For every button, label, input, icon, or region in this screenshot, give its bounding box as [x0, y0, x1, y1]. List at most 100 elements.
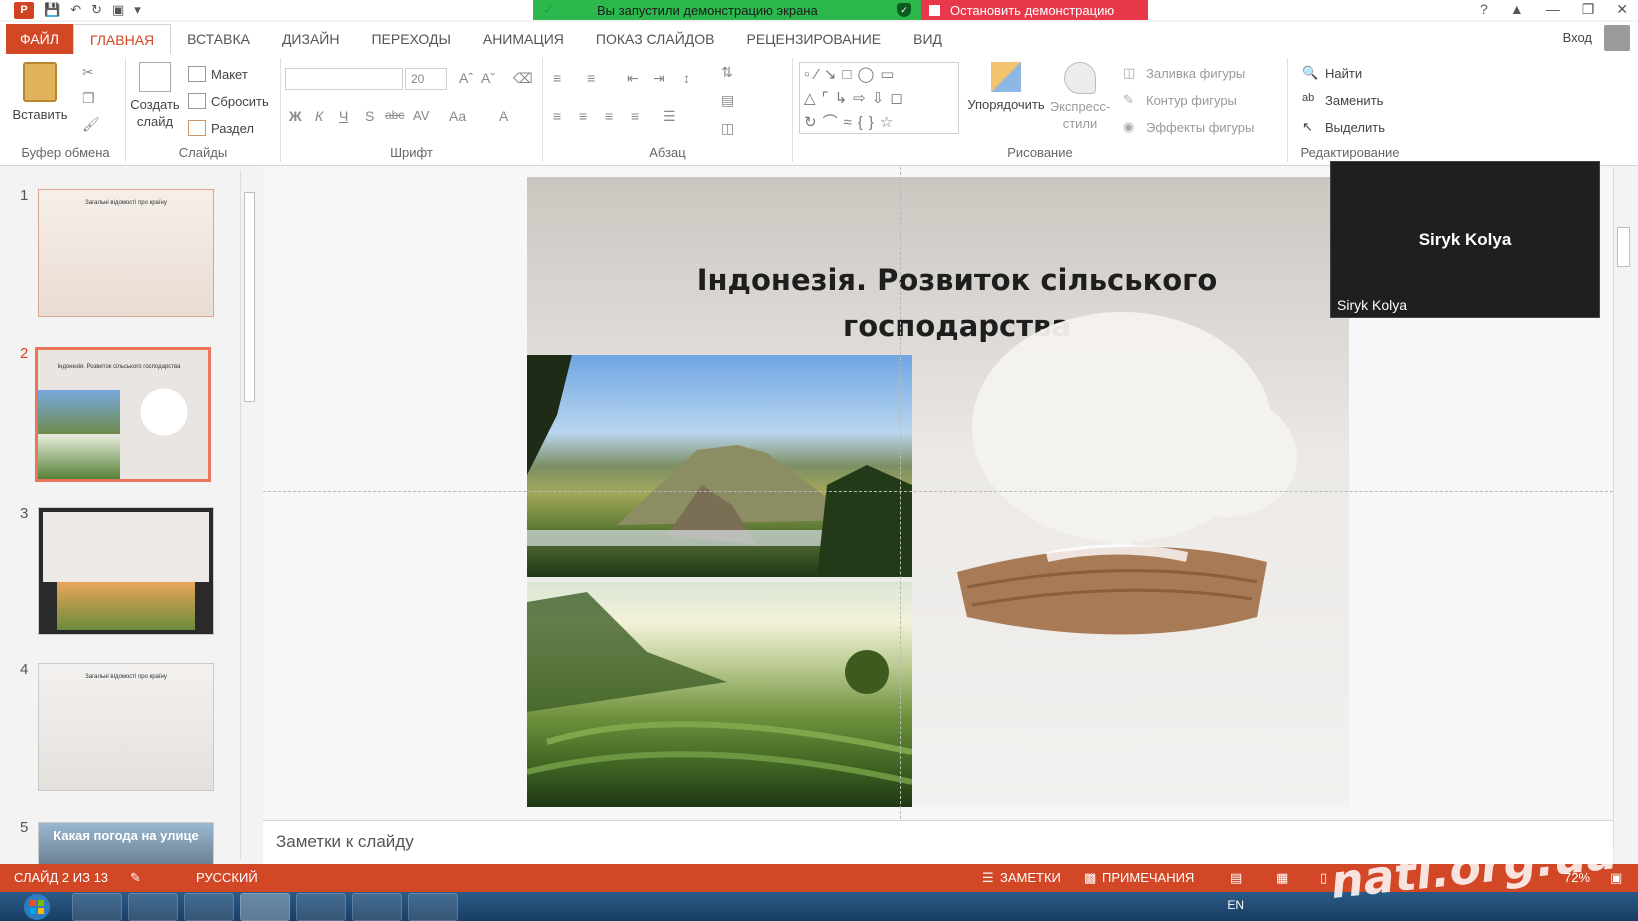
paste-button[interactable]: Вставить	[10, 62, 70, 123]
arrange-button[interactable]: Упорядочить	[961, 62, 1051, 113]
reading-view-icon[interactable]: ▯	[1320, 870, 1327, 886]
start-button[interactable]	[14, 892, 60, 921]
thumbnail-slide-1[interactable]: Загальні відомості про країну	[38, 189, 214, 317]
help-button[interactable]: ?	[1480, 0, 1488, 18]
viber-taskbar-icon[interactable]	[184, 893, 234, 921]
shadow-button[interactable]: S	[365, 108, 374, 124]
thumbnails-scrollbar[interactable]	[240, 170, 257, 860]
input-language[interactable]: EN	[1227, 898, 1244, 912]
explorer-taskbar-icon[interactable]	[72, 893, 122, 921]
clear-format-icon[interactable]: ⌫	[513, 70, 533, 87]
pen-icon[interactable]: ✓	[543, 2, 557, 18]
shape-effects-button[interactable]: ◉ Эффекты фигуры	[1123, 117, 1254, 137]
columns-icon[interactable]: ☰	[663, 108, 676, 125]
increase-indent-icon[interactable]: ⇥	[653, 70, 665, 87]
thumbnails-scroll-thumb[interactable]	[244, 192, 255, 402]
slide-scrollbar[interactable]	[1613, 167, 1633, 862]
shrink-font-icon[interactable]: Aˇ	[481, 70, 495, 86]
start-show-icon[interactable]: ▣	[112, 1, 124, 19]
tab-home[interactable]: ГЛАВНАЯ	[72, 24, 172, 54]
tab-slideshow[interactable]: ПОКАЗ СЛАЙДОВ	[580, 24, 731, 54]
decrease-indent-icon[interactable]: ⇤	[627, 70, 639, 87]
new-slide-button[interactable]: Создать слайд	[130, 62, 180, 130]
align-left-icon[interactable]: ≡	[553, 108, 561, 124]
comments-toggle[interactable]: ПРИМЕЧАНИЯ	[1102, 870, 1194, 885]
notes-toggle[interactable]: ЗАМЕТКИ	[1000, 870, 1061, 885]
volcano-photo[interactable]	[527, 355, 912, 577]
font-size-select[interactable]: 20	[405, 68, 447, 90]
slide-sorter-icon[interactable]: ▦	[1276, 870, 1288, 886]
shape-fill-button[interactable]: ◫ Заливка фигуры	[1123, 63, 1245, 83]
save-icon[interactable]: 💾	[44, 1, 60, 19]
thumbnail-slide-2[interactable]: Індонезія. Розвиток сільського господарс…	[35, 347, 211, 482]
sign-in-link[interactable]: Вход	[1563, 30, 1592, 45]
horizontal-guide[interactable]	[263, 491, 1613, 492]
zoom-taskbar-icon[interactable]	[408, 893, 458, 921]
undo-icon[interactable]: ↶	[70, 1, 81, 19]
section-button[interactable]: Раздел	[188, 118, 254, 138]
find-button[interactable]: 🔍 Найти	[1302, 63, 1362, 83]
normal-view-icon[interactable]: ▤	[1230, 870, 1242, 886]
chrome-taskbar-icon[interactable]	[128, 893, 178, 921]
font-color-button[interactable]: A	[499, 108, 508, 124]
cursor-icon: ↖	[1302, 119, 1313, 134]
thumb-photo	[38, 390, 120, 434]
numbering-icon[interactable]: ≡	[587, 70, 595, 86]
shape-outline-button[interactable]: ✎ Контур фигуры	[1123, 90, 1237, 110]
tab-insert[interactable]: ВСТАВКА	[171, 24, 266, 54]
italic-button[interactable]: К	[315, 108, 323, 124]
font-name-select[interactable]	[285, 68, 403, 90]
spellcheck-icon[interactable]: ✎	[130, 870, 141, 886]
line-spacing-icon[interactable]: ↕	[683, 70, 690, 86]
text-direction-icon[interactable]: ⇅	[721, 64, 733, 81]
stop-share-button[interactable]: Остановить демонстрацию	[921, 0, 1148, 20]
strikethrough-button[interactable]: abc	[385, 108, 404, 122]
tab-design[interactable]: ДИЗАЙН	[266, 24, 356, 54]
powerpoint-taskbar-icon[interactable]	[240, 893, 290, 921]
tree-illustration[interactable]	[927, 307, 1327, 657]
restore-icon[interactable]: ❐	[1582, 0, 1595, 18]
format-painter-icon[interactable]: 🖌	[82, 116, 100, 133]
align-text-icon[interactable]: ▤	[721, 92, 734, 109]
notepad-taskbar-icon[interactable]	[296, 893, 346, 921]
word-taskbar-icon[interactable]	[352, 893, 402, 921]
bold-button[interactable]: Ж	[289, 108, 302, 124]
underline-button[interactable]: Ч	[339, 108, 348, 124]
close-icon[interactable]: ✕	[1616, 0, 1628, 18]
cut-icon[interactable]: ✂	[82, 64, 94, 81]
rice-terraces-photo[interactable]	[527, 582, 913, 807]
bullets-icon[interactable]: ≡	[553, 70, 561, 86]
tab-review[interactable]: РЕЦЕНЗИРОВАНИЕ	[730, 24, 897, 54]
align-center-icon[interactable]: ≡	[579, 108, 587, 124]
smartart-icon[interactable]: ◫	[721, 120, 734, 137]
slide-scroll-thumb[interactable]	[1617, 227, 1630, 267]
align-right-icon[interactable]: ≡	[605, 108, 613, 124]
minimize-icon[interactable]: —	[1546, 0, 1560, 18]
vertical-guide[interactable]	[900, 167, 901, 819]
replace-button[interactable]: ab Заменить	[1302, 90, 1383, 110]
tab-view[interactable]: ВИД	[897, 24, 958, 54]
reset-button[interactable]: Сбросить	[188, 91, 269, 111]
zoom-video-tile[interactable]: Siryk Kolya Siryk Kolya	[1330, 161, 1600, 318]
shapes-gallery[interactable]: ▫⁄↘□◯▭ △⌜↳⇨⇩◻ ↻⌒≈{}☆	[799, 62, 959, 134]
select-button[interactable]: ↖ Выделить	[1302, 117, 1385, 137]
language-indicator[interactable]: РУССКИЙ	[196, 870, 258, 885]
customize-qat-icon[interactable]: ▾	[134, 1, 141, 19]
justify-icon[interactable]: ≡	[631, 108, 639, 124]
avatar[interactable]	[1604, 25, 1630, 51]
quick-styles-button[interactable]: Экспресс- стили	[1045, 62, 1115, 132]
ribbon-display-icon[interactable]: ▲	[1510, 0, 1524, 18]
tab-transitions[interactable]: ПЕРЕХОДЫ	[355, 24, 466, 54]
change-case-button[interactable]: Aa	[449, 108, 466, 124]
slide-2[interactable]: Індонезія. Розвиток сільського господарс…	[527, 177, 1349, 807]
char-spacing-button[interactable]: AV	[413, 108, 429, 123]
redo-icon[interactable]: ↻	[91, 1, 102, 19]
thumbnail-slide-5[interactable]: Какая погода на улице	[38, 822, 214, 867]
thumbnail-slide-4[interactable]: Загальні відомості про країну	[38, 663, 214, 791]
grow-font-icon[interactable]: Aˆ	[459, 70, 473, 86]
tab-file[interactable]: ФАЙЛ	[6, 24, 73, 54]
thumbnail-slide-3[interactable]	[38, 507, 214, 635]
layout-button[interactable]: Макет	[188, 64, 248, 84]
tab-animations[interactable]: АНИМАЦИЯ	[467, 24, 580, 54]
copy-icon[interactable]: ❐	[82, 90, 95, 107]
